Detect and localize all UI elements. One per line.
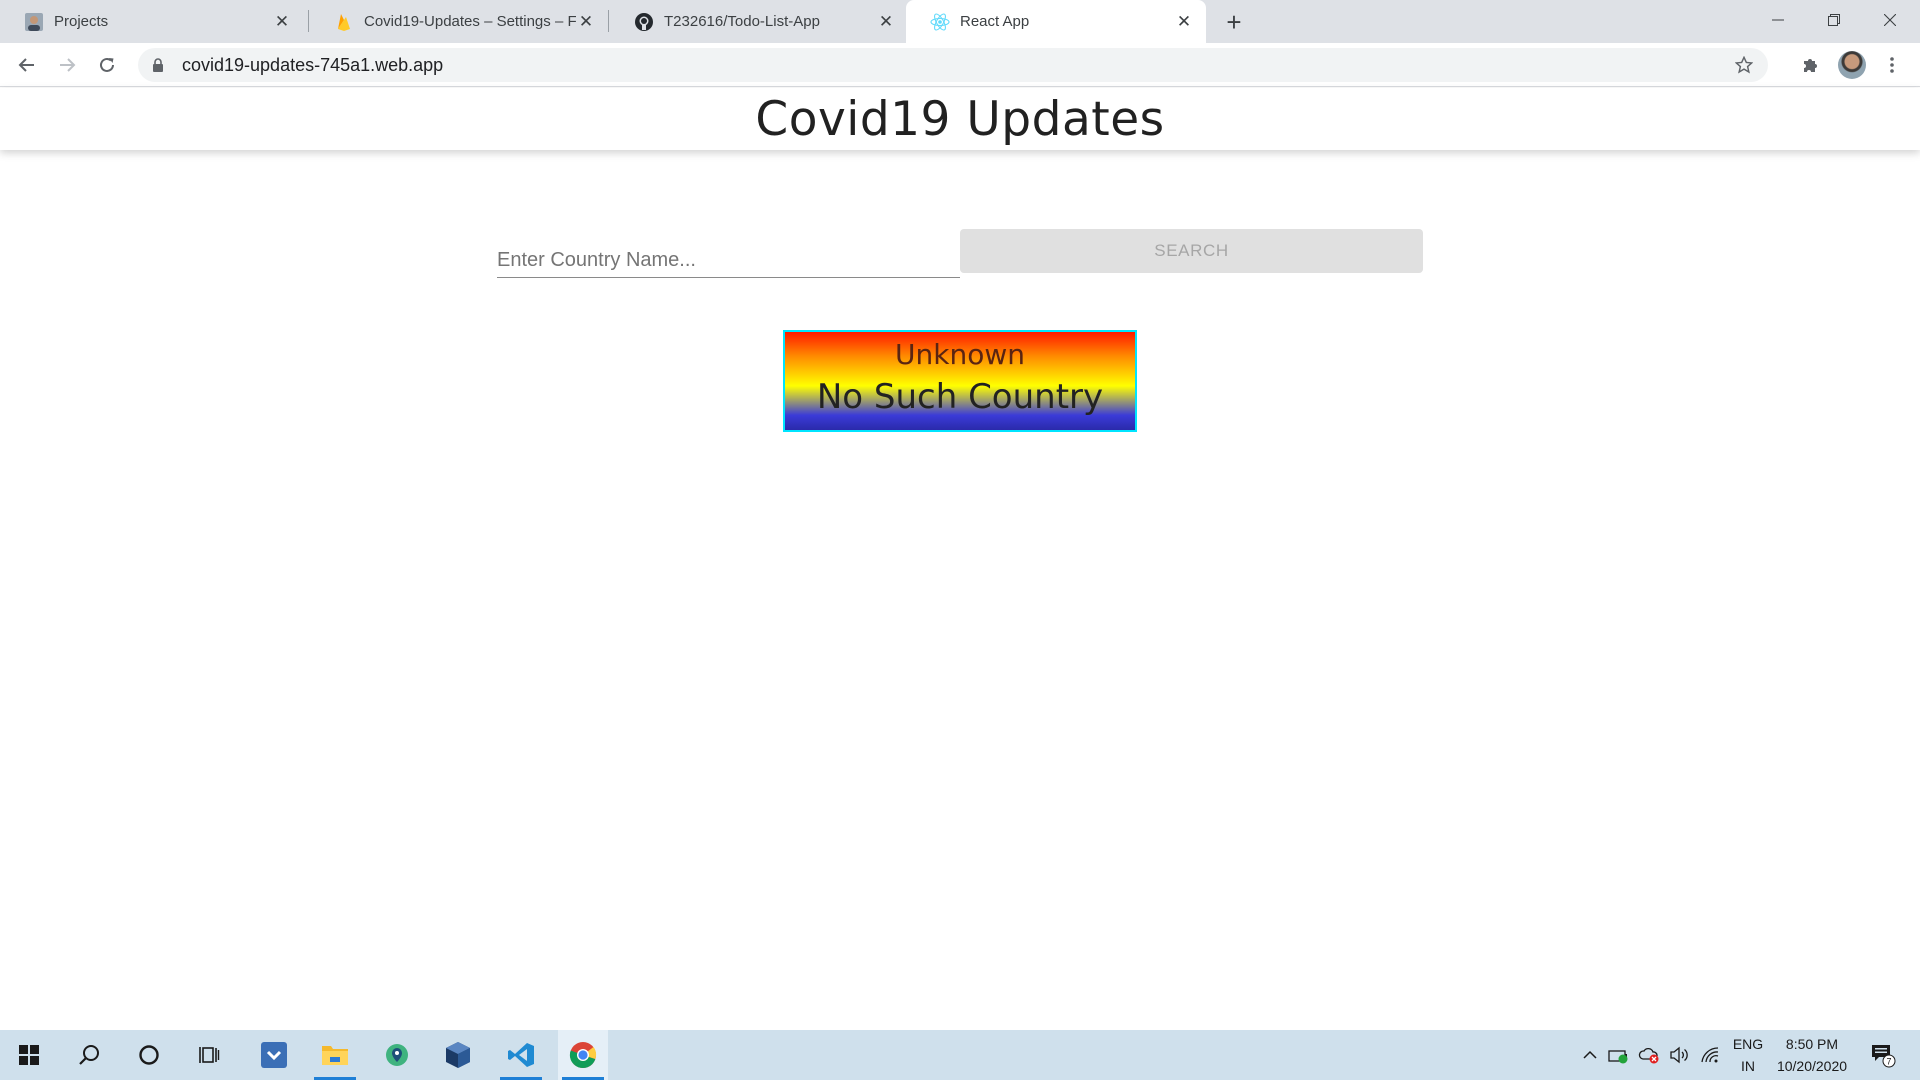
- wifi-icon[interactable]: [1698, 1043, 1722, 1067]
- start-button[interactable]: [4, 1030, 54, 1080]
- tab-title: Projects: [54, 13, 109, 30]
- tab-title: Covid19-Updates – Settings – Firebase co…: [364, 13, 576, 30]
- tab-title: React App: [960, 13, 1030, 30]
- tab-close-icon[interactable]: ✕: [576, 12, 596, 32]
- react-icon: [930, 12, 950, 32]
- url-text: covid19-updates-745a1.web.app: [182, 54, 444, 75]
- notification-count: 7: [1886, 1057, 1891, 1067]
- github-icon: [634, 12, 654, 32]
- extensions-puzzle-icon[interactable]: [1795, 49, 1827, 81]
- tab-firebase[interactable]: Covid19-Updates – Settings – Firebase co…: [310, 0, 608, 43]
- file-explorer-icon[interactable]: [310, 1030, 360, 1080]
- reload-icon[interactable]: [91, 49, 123, 81]
- avatar: [1838, 51, 1866, 79]
- restore-icon[interactable]: [1806, 0, 1862, 40]
- country-search-input[interactable]: [497, 236, 960, 277]
- tab-strip: Projects ✕ Covid19-Updates – Settings – …: [0, 0, 1920, 43]
- tab-react-app[interactable]: React App ✕: [906, 0, 1206, 43]
- result-country-name: Unknown: [895, 338, 1025, 371]
- search-icon[interactable]: [64, 1030, 114, 1080]
- app-header: Covid19 Updates: [0, 88, 1920, 150]
- minimize-icon[interactable]: [1750, 0, 1806, 40]
- clock[interactable]: 8:50 PM 10/20/2020: [1768, 1033, 1856, 1077]
- screen: Projects ✕ Covid19-Updates – Settings – …: [0, 0, 1920, 1080]
- show-hidden-icons-icon[interactable]: [1578, 1043, 1602, 1067]
- language-code: ENG: [1732, 1036, 1764, 1052]
- menu-kebab-icon[interactable]: [1876, 49, 1908, 81]
- tab-separator: [308, 10, 309, 32]
- task-view-icon[interactable]: [184, 1030, 234, 1080]
- virtualbox-icon[interactable]: [433, 1030, 483, 1080]
- close-window-icon[interactable]: [1862, 0, 1918, 40]
- language-indicator[interactable]: ENG IN: [1728, 1033, 1768, 1077]
- forward-arrow-icon[interactable]: [51, 49, 83, 81]
- windows-taskbar: ENG IN 8:50 PM 10/20/2020 7: [0, 1030, 1920, 1080]
- start-icon: [19, 1045, 39, 1065]
- search-field[interactable]: [497, 236, 960, 278]
- clock-time: 8:50 PM: [1785, 1036, 1839, 1052]
- lock-icon: [150, 57, 166, 73]
- tab-close-icon[interactable]: ✕: [272, 12, 292, 32]
- chrome-icon[interactable]: [558, 1030, 608, 1080]
- new-tab-button[interactable]: +: [1220, 7, 1248, 37]
- back-arrow-icon[interactable]: [11, 49, 43, 81]
- clock-date: 10/20/2020: [1776, 1058, 1848, 1074]
- page-viewport: Covid19 Updates SEARCH Unknown No Such C…: [0, 88, 1920, 1030]
- result-message: No Such Country: [816, 377, 1104, 417]
- browser-toolbar: covid19-updates-745a1.web.app: [0, 43, 1920, 87]
- address-bar[interactable]: covid19-updates-745a1.web.app: [138, 48, 1768, 82]
- maps-icon[interactable]: [372, 1030, 422, 1080]
- tab-title: T232616/Todo-List-App: [664, 13, 820, 30]
- firebase-icon: [334, 12, 354, 32]
- notification-center-icon[interactable]: 7: [1868, 1040, 1898, 1070]
- pocket-icon[interactable]: [249, 1030, 299, 1080]
- result-card: Unknown No Such Country: [783, 330, 1137, 432]
- cortana-icon[interactable]: [124, 1030, 174, 1080]
- profile-photo-icon: [24, 12, 44, 32]
- bookmark-star-icon[interactable]: [1734, 55, 1754, 75]
- battery-charging-icon[interactable]: [1607, 1043, 1631, 1067]
- tab-close-icon[interactable]: ✕: [876, 12, 896, 32]
- region-code: IN: [1741, 1058, 1755, 1074]
- tab-projects[interactable]: Projects ✕: [0, 0, 304, 43]
- vscode-icon[interactable]: [496, 1030, 546, 1080]
- tab-separator: [608, 10, 609, 32]
- onedrive-error-icon[interactable]: [1637, 1043, 1661, 1067]
- page-title: Covid19 Updates: [755, 91, 1165, 147]
- profile-avatar[interactable]: [1836, 49, 1868, 81]
- search-button[interactable]: SEARCH: [960, 229, 1423, 273]
- volume-icon[interactable]: [1667, 1043, 1691, 1067]
- tab-github[interactable]: T232616/Todo-List-App ✕: [610, 0, 908, 43]
- tab-close-icon[interactable]: ✕: [1174, 12, 1194, 32]
